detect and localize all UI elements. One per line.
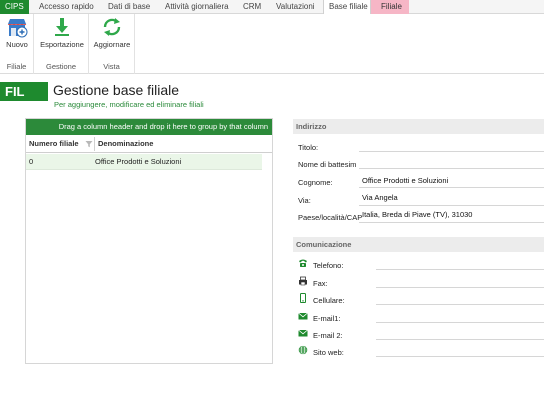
tab-crm[interactable]: CRM [243, 0, 261, 14]
label-cognome: Cognome: [298, 178, 333, 187]
group-label-vista: Vista [103, 62, 120, 71]
branch-grid: Drag a column header and drop it here to… [25, 118, 273, 364]
group-label-filiale: Filiale [6, 62, 27, 71]
label-email1: E-mail1: [313, 314, 341, 323]
ribbon-tab-bar: CIPS Accesso rapido Dati di base Attivit… [0, 0, 544, 15]
mail-icon [298, 312, 308, 320]
paese-value[interactable]: Italia, Breda di Piave (TV), 31030 [362, 210, 472, 219]
cell-numero-filiale: 0 [29, 157, 34, 166]
tab-cips[interactable]: CIPS [0, 0, 29, 14]
mobile-phone-icon [300, 293, 306, 303]
ribbon-group-vista: Aggiornare Vista [89, 14, 135, 74]
module-badge: FIL [0, 82, 48, 101]
column-header-denominazione[interactable]: Denominazione [98, 135, 153, 153]
label-telefono: Telefono: [313, 261, 344, 270]
page-subtitle: Per aggiungere, modificare ed eliminare … [54, 100, 204, 109]
tab-attivita-giornaliera[interactable]: Attività giornaliera [165, 0, 229, 14]
sito-web-field[interactable] [376, 356, 544, 357]
ribbon-group-filiale: Nuovo Filiale [0, 14, 34, 74]
download-icon [55, 18, 69, 36]
mail-icon [298, 329, 308, 337]
tab-filiale[interactable]: Filiale [371, 0, 409, 14]
phone-icon [299, 259, 307, 267]
grid-column-headers: Numero filiale Denominazione [26, 135, 272, 153]
email1-field[interactable] [376, 322, 544, 323]
ribbon-panel: Nuovo Filiale Esportazione Gestione Aggi… [0, 14, 544, 74]
page-title: Gestione base filiale [53, 82, 180, 98]
tab-accesso-rapido[interactable]: Accesso rapido [39, 0, 94, 14]
via-field[interactable] [359, 205, 544, 206]
cognome-field[interactable] [359, 187, 544, 188]
email2-field[interactable] [376, 339, 544, 340]
column-header-numero-filiale[interactable]: Numero filiale [29, 135, 79, 153]
via-value[interactable]: Via Angela [362, 193, 398, 202]
ribbon-group-gestione: Esportazione Gestione [34, 14, 89, 74]
label-email2: E-mail 2: [313, 331, 343, 340]
cognome-value[interactable]: Office Prodotti e Soluzioni [362, 176, 448, 185]
filter-icon[interactable] [85, 140, 93, 148]
tab-dati-di-base[interactable]: Dati di base [108, 0, 150, 14]
label-paese: Paese/località/CAP [298, 213, 363, 222]
globe-icon [298, 345, 308, 355]
label-via: Via: [298, 196, 311, 205]
section-header-indirizzo: Indirizzo [293, 119, 544, 134]
section-header-comunicazione: Comunicazione [293, 237, 544, 252]
paese-field[interactable] [359, 222, 544, 223]
refresh-icon [103, 18, 121, 36]
nome-field[interactable] [359, 168, 544, 169]
cell-denominazione: Office Prodotti e Soluzioni [95, 157, 182, 166]
fax-field[interactable] [376, 287, 544, 288]
nuovo-label: Nuovo [6, 40, 28, 49]
group-by-panel[interactable]: Drag a column header and drop it here to… [26, 119, 272, 135]
esportazione-label: Esportazione [40, 40, 84, 49]
label-sito-web: Sito web: [313, 348, 344, 357]
titolo-field[interactable] [359, 151, 544, 152]
nuovo-button[interactable]: Nuovo [5, 16, 29, 49]
tab-base-filiale[interactable]: Base filiale [323, 0, 371, 15]
tab-valutazioni[interactable]: Valutazioni [276, 0, 315, 14]
aggiornare-button[interactable]: Aggiornare [91, 16, 133, 49]
label-nome: Nome di battesim [298, 160, 357, 169]
label-titolo: Titolo: [298, 143, 319, 152]
table-row[interactable]: 0 Office Prodotti e Soluzioni [26, 154, 262, 170]
store-add-icon [7, 19, 28, 38]
fax-icon [299, 276, 307, 286]
group-label-gestione: Gestione [45, 62, 77, 71]
telefono-field[interactable] [376, 269, 544, 270]
esportazione-button[interactable]: Esportazione [38, 16, 86, 49]
column-separator [94, 137, 95, 151]
label-cellulare: Cellulare: [313, 296, 345, 305]
cellulare-field[interactable] [376, 304, 544, 305]
label-fax: Fax: [313, 279, 328, 288]
aggiornare-label: Aggiornare [93, 40, 131, 49]
